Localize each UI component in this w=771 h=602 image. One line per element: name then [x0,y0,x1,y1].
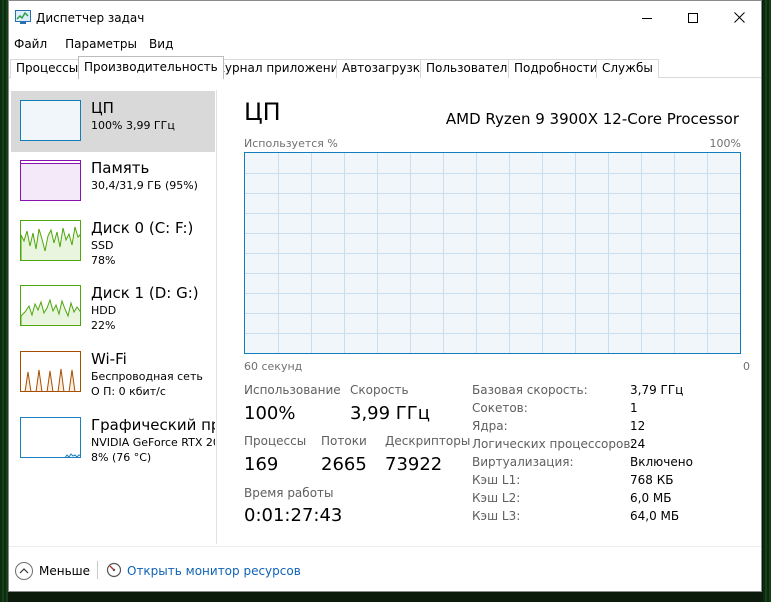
sidebar-item-title: Графический процессор 0 [91,416,215,434]
processes-value: 169 [244,454,279,475]
handles-value: 73922 [385,454,443,475]
cpu-usage-graph [244,152,741,354]
usage-label: Использование [244,383,341,397]
close-icon [733,12,745,23]
spec-label-l2-cache: Кэш L2: [472,491,521,505]
spec-value-l2-cache: 6,0 МБ [630,491,672,505]
processes-label: Процессы [244,434,307,448]
graph-y-label: Используется % [244,137,338,150]
sidebar-item-detail: 30,4/31,9 ГБ (95%) [91,179,198,192]
tab-processes[interactable]: Процессы [10,59,85,78]
disk-1-thumbnail [20,285,81,326]
sidebar-item-detail: SSD [91,239,114,252]
tab-startup[interactable]: Автозагрузка [336,59,434,78]
fewer-details-label: Меньше [39,564,91,578]
desktop-background-right [763,0,771,602]
close-button[interactable] [716,1,761,34]
tab-services[interactable]: Службы [596,59,659,78]
cpu-thumbnail [20,100,81,141]
sidebar-item-detail: HDD [91,304,117,317]
footer-separator [97,561,98,579]
sidebar-item-disk-1[interactable]: Диск 1 (D: G:) HDD 22% [11,276,215,337]
cpu-details-panel: ЦП AMD Ryzen 9 3900X 12-Core Processor И… [216,90,761,546]
graph-min-label: 0 [743,360,750,373]
sidebar-item-title: Диск 1 (D: G:) [91,284,199,302]
minimize-icon [642,17,652,19]
sidebar-item-detail: 22% [91,319,116,332]
spec-label-logical-processors: Логических процессоров: [472,437,635,451]
tab-performance[interactable]: Производительность [78,56,224,79]
maximize-icon [688,12,698,23]
sidebar-item-detail: 100% 3,99 ГГц [91,119,175,132]
open-resource-monitor-link[interactable]: Открыть монитор ресурсов [106,561,301,581]
spec-value-l1-cache: 768 КБ [630,473,674,487]
sidebar-item-wifi[interactable]: Wi-Fi Беспроводная сеть О П: 0 кбит/с [11,342,215,403]
page-title: ЦП [244,98,281,126]
sidebar-item-detail: 78% [91,254,116,267]
sidebar-item-detail: О П: 0 кбит/с [91,385,166,398]
performance-sidebar: ЦП 100% 3,99 ГГц Память 30,4/31,9 ГБ (95… [9,90,216,546]
graph-max-label: 100% [709,137,741,150]
tab-details[interactable]: Подробности [508,59,604,78]
spec-label-cores: Ядра: [472,419,508,433]
sidebar-item-title: ЦП [91,99,114,117]
speed-value: 3,99 ГГц [350,403,431,424]
window-title: Диспетчер задач [36,11,145,25]
sidebar-item-cpu[interactable]: ЦП 100% 3,99 ГГц [11,91,215,152]
spec-value-cores: 12 [630,419,646,433]
spec-value-base-speed: 3,79 ГГц [630,383,684,397]
spec-label-virtualization: Виртуализация: [472,455,574,469]
title-bar[interactable]: Диспетчер задач [9,1,761,34]
desktop-background-left [0,0,8,602]
uptime-label: Время работы [244,486,334,500]
cpu-usage-grid [245,153,740,353]
memory-thumbnail [20,160,81,201]
spec-label-base-speed: Базовая скорость: [472,383,588,397]
task-manager-window: Диспетчер задач Файл Параметры Вид Проце… [8,0,762,592]
sidebar-item-gpu[interactable]: Графический процессор 0 NVIDIA GeForce R… [11,408,215,469]
spec-value-logical-processors: 24 [630,437,646,451]
sidebar-item-detail: NVIDIA GeForce RTX 2060 [91,436,215,449]
gpu-thumbnail [20,417,81,458]
tab-app-history[interactable]: Журнал приложений [206,59,353,78]
menu-file[interactable]: Файл [9,34,52,54]
sidebar-item-title: Wi-Fi [91,350,127,368]
minimize-button[interactable] [624,1,670,34]
spec-value-sockets: 1 [630,401,638,415]
chevron-up-icon [15,562,33,580]
uptime-value: 0:01:27:43 [244,505,343,526]
tab-users[interactable]: Пользователи [420,59,522,78]
maximize-button[interactable] [670,1,716,34]
task-manager-icon [15,10,31,24]
sidebar-item-disk-0[interactable]: Диск 0 (C: F:) SSD 78% [11,211,215,272]
graph-time-label: 60 секунд [244,360,303,373]
sidebar-item-detail: Беспроводная сеть [91,370,203,383]
threads-label: Потоки [321,434,367,448]
menu-view[interactable]: Вид [144,34,178,54]
spec-label-sockets: Сокетов: [472,401,528,415]
wifi-thumbnail [20,351,81,392]
processor-name: AMD Ryzen 9 3900X 12-Core Processor [445,110,739,128]
spec-value-l3-cache: 64,0 МБ [630,509,680,523]
spec-label-l3-cache: Кэш L3: [472,509,521,523]
usage-value: 100% [244,403,296,424]
handles-label: Дескрипторы [385,434,471,448]
sidebar-item-memory[interactable]: Память 30,4/31,9 ГБ (95%) [11,151,215,212]
sidebar-item-title: Диск 0 (C: F:) [91,219,194,237]
menu-options[interactable]: Параметры [60,34,142,54]
sidebar-item-title: Память [91,159,150,177]
spec-label-l1-cache: Кэш L1: [472,473,521,487]
menu-bar: Файл Параметры Вид [9,34,178,54]
tab-strip: Процессы Производительность Журнал прило… [9,56,761,79]
fewer-details-button[interactable]: Меньше [15,561,90,581]
threads-value: 2665 [321,454,367,475]
footer-divider [9,546,761,547]
spec-value-virtualization: Включено [630,455,693,469]
sidebar-item-detail: 8% (76 °C) [91,451,152,464]
open-resource-monitor-label: Открыть монитор ресурсов [127,564,301,578]
disk-0-thumbnail [20,220,81,261]
speed-label: Скорость [350,383,409,397]
resource-monitor-icon [106,562,122,581]
